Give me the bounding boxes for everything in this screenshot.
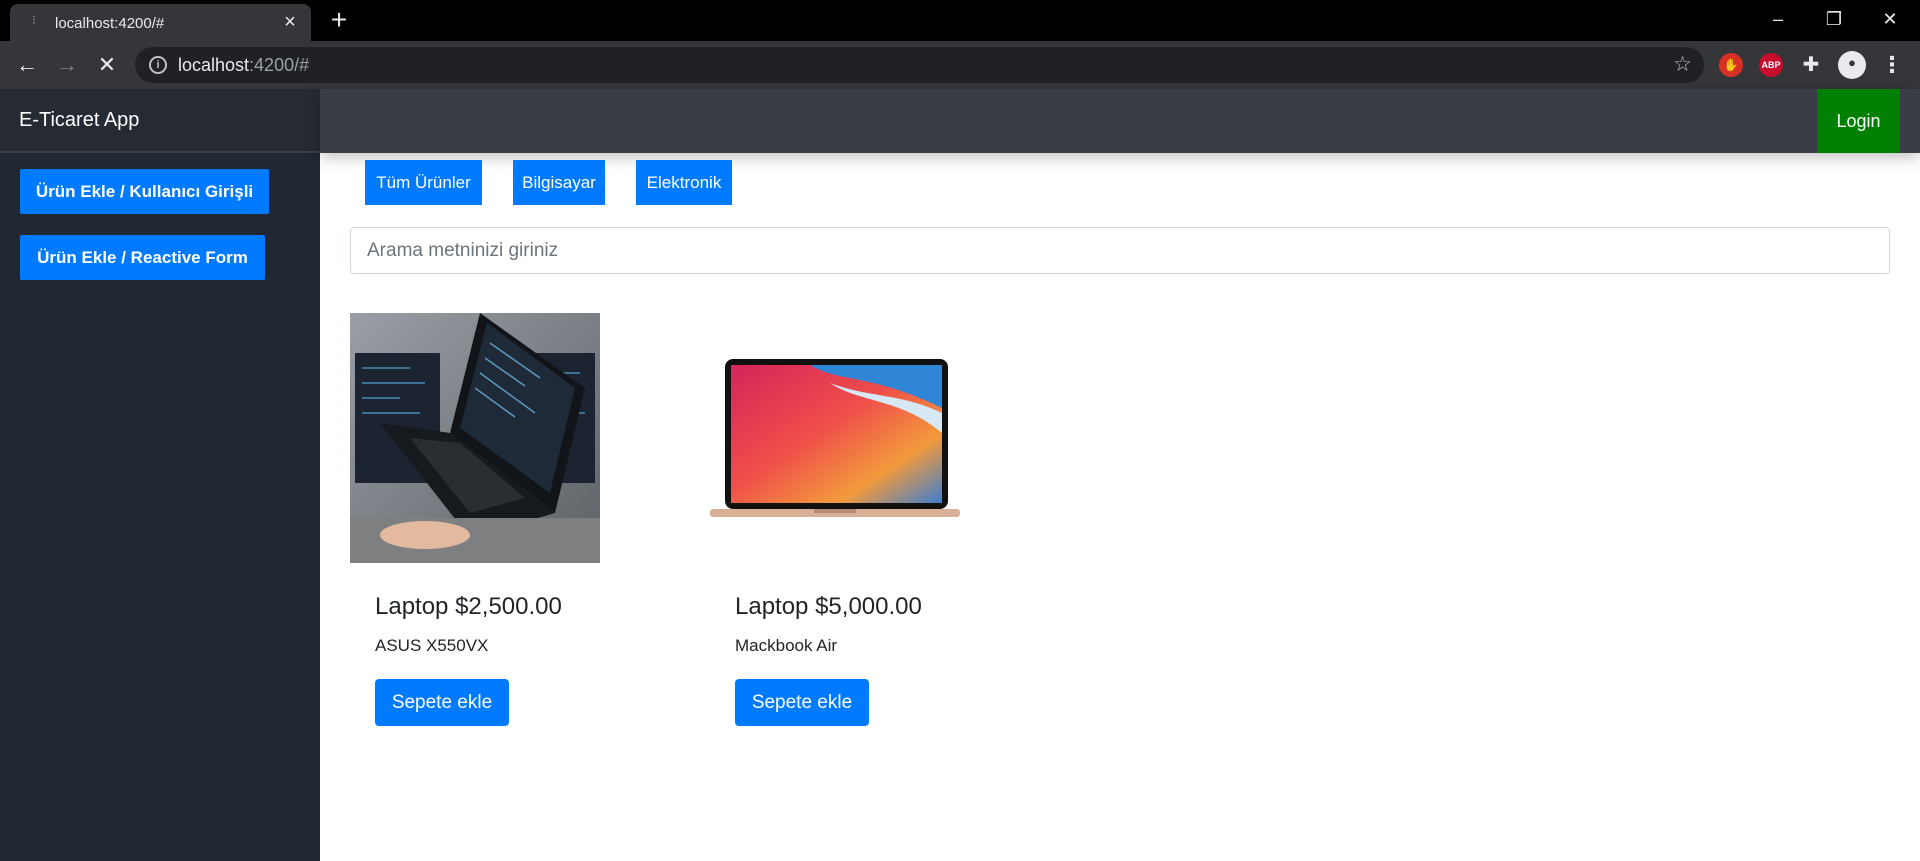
app-brand[interactable]: E-Ticaret App bbox=[0, 89, 320, 153]
add-product-reactive-button[interactable]: Ürün Ekle / Reactive Form bbox=[20, 235, 265, 280]
search-input[interactable] bbox=[350, 227, 1890, 274]
product-description: Mackbook Air bbox=[735, 636, 838, 655]
product-title: Laptop $2,500.00 bbox=[375, 593, 562, 620]
product-title: Laptop $5,000.00 bbox=[735, 593, 922, 620]
tab-title: localhost:4200/# bbox=[55, 15, 165, 32]
category-electronics-button[interactable]: Elektronik bbox=[636, 160, 732, 205]
top-navbar: Login bbox=[320, 89, 1920, 153]
sidebar: E-Ticaret App Ürün Ekle / Kullanıcı Giri… bbox=[0, 89, 320, 861]
tab-close-icon[interactable]: × bbox=[279, 11, 301, 33]
forward-icon[interactable]: → bbox=[53, 51, 81, 79]
add-to-cart-button[interactable]: Sepete ekle bbox=[375, 679, 509, 726]
login-button[interactable]: Login bbox=[1817, 89, 1900, 153]
stop-loading-icon[interactable]: ✕ bbox=[93, 51, 121, 79]
new-tab-icon[interactable]: + bbox=[325, 6, 353, 34]
loading-favicon-icon: ⁝ bbox=[32, 13, 36, 27]
profile-avatar[interactable]: ● bbox=[1838, 51, 1866, 79]
extensions-puzzle-icon[interactable]: ✚ bbox=[1799, 53, 1823, 77]
browser-toolbar: ← → ✕ i localhost:4200/# ☆ ✋ ABP ✚ ● ⋮ bbox=[0, 41, 1920, 89]
back-icon[interactable]: ← bbox=[13, 51, 41, 79]
browser-menu-icon[interactable]: ⋮ bbox=[1880, 53, 1904, 77]
bookmark-star-icon[interactable]: ☆ bbox=[1673, 52, 1692, 77]
page-content: E-Ticaret App Ürün Ekle / Kullanıcı Giri… bbox=[0, 89, 1920, 861]
restore-icon[interactable]: ❐ bbox=[1806, 0, 1862, 41]
site-info-icon[interactable]: i bbox=[149, 56, 167, 74]
url-text: localhost:4200/# bbox=[178, 55, 310, 75]
window-close-icon[interactable]: ✕ bbox=[1862, 0, 1918, 41]
address-bar[interactable]: i localhost:4200/# ☆ bbox=[135, 47, 1704, 83]
minimize-icon[interactable]: – bbox=[1750, 0, 1806, 41]
category-computer-button[interactable]: Bilgisayar bbox=[513, 160, 605, 205]
add-product-login-button[interactable]: Ürün Ekle / Kullanıcı Girişli bbox=[20, 169, 269, 214]
browser-tab[interactable]: ⁝ localhost:4200/# × bbox=[10, 4, 311, 41]
browser-titlebar: ⁝ localhost:4200/# × + – ❐ ✕ bbox=[0, 0, 1920, 41]
adblock-hand-icon[interactable]: ✋ bbox=[1719, 53, 1743, 77]
category-all-button[interactable]: Tüm Ürünler bbox=[365, 160, 482, 205]
product-image-laptop-photo bbox=[350, 313, 600, 563]
abp-extension-icon[interactable]: ABP bbox=[1759, 53, 1783, 77]
add-to-cart-button[interactable]: Sepete ekle bbox=[735, 679, 869, 726]
product-description: ASUS X550VX bbox=[375, 636, 489, 655]
product-image-macbook bbox=[710, 313, 960, 563]
